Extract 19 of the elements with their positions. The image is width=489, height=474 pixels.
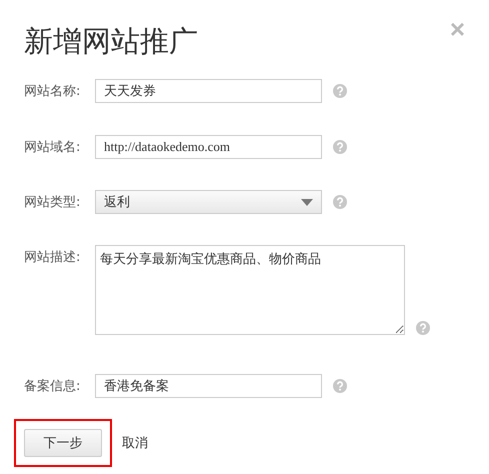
input-field[interactable]: 天天发券 bbox=[95, 79, 322, 103]
input-field[interactable]: http://dataokedemo.com bbox=[95, 135, 322, 159]
field-label: 网站名称: bbox=[24, 83, 82, 100]
field-label: 网站描述: bbox=[24, 249, 82, 266]
help-icon[interactable] bbox=[416, 321, 430, 335]
textarea-field[interactable]: 每天分享最新淘宝优惠商品、物价商品 bbox=[95, 245, 405, 335]
help-icon[interactable] bbox=[333, 379, 347, 393]
help-icon[interactable] bbox=[333, 195, 347, 209]
next-button[interactable]: 下一步 bbox=[24, 429, 102, 457]
select-field[interactable]: 返利 bbox=[95, 190, 322, 214]
field-label: 网站域名: bbox=[24, 139, 82, 156]
help-icon[interactable] bbox=[333, 140, 347, 154]
field-label: 网站类型: bbox=[24, 194, 82, 211]
field-label: 备案信息: bbox=[24, 378, 82, 395]
dialog-title: 新增网站推广 bbox=[24, 23, 198, 60]
dropdown-icon bbox=[301, 198, 313, 206]
input-field[interactable]: 香港免备案 bbox=[95, 374, 322, 398]
help-icon[interactable] bbox=[333, 84, 347, 98]
cancel-link[interactable]: 取消 bbox=[122, 434, 148, 452]
